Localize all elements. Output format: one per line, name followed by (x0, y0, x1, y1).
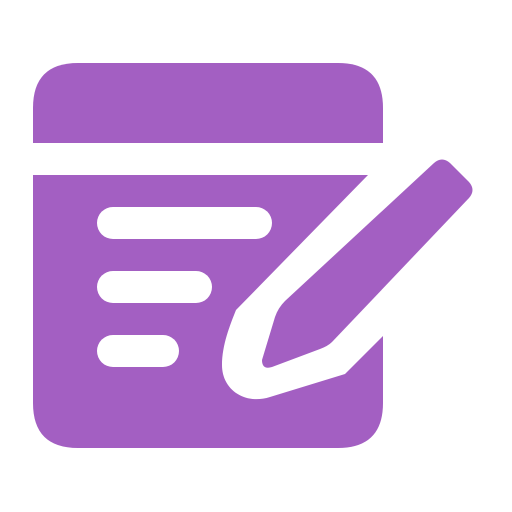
edit-note-icon (0, 0, 512, 512)
edit-note-svg (33, 63, 473, 448)
notepad-header (33, 63, 383, 143)
